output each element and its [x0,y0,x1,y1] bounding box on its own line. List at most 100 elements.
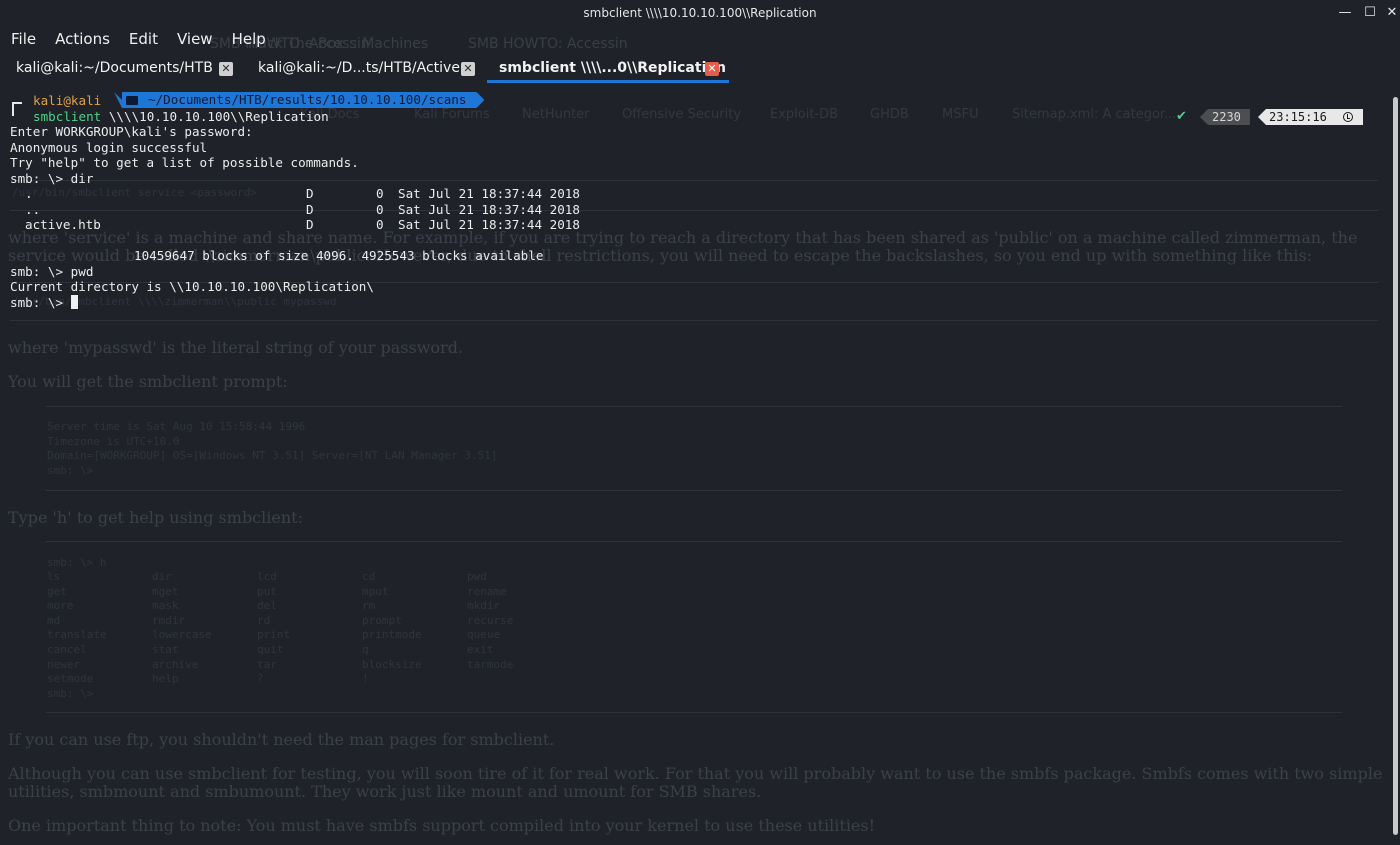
dir-listing-row: . D 0 Sat Jul 21 18:37:44 2018 [10,186,580,202]
bg-help-command: blocksize [362,657,422,671]
bg-paragraph: utilities, smbmount and smbumount. They … [8,782,762,801]
bg-paragraph: If you can use ftp, you shouldn't need t… [8,730,555,749]
bg-paragraph: Although you can use smbclient for testi… [8,764,1383,783]
bg-help-command: tarmode [467,657,514,671]
bg-paragraph: Type 'h' to get help using smbclient: [8,508,303,527]
bg-help-command: rm [362,599,376,613]
command-line: smbclient \\\\10.10.10.100\\Replication [10,109,543,125]
bg-help-command: newer [47,657,81,671]
terminal-scrollbar[interactable] [1393,97,1398,835]
history-count-badge: 2230 [1200,109,1250,125]
bg-help-command: mkdir [467,599,501,613]
current-prompt-line[interactable]: smb: \> [10,294,543,311]
bg-help-command: tar [257,657,277,671]
dir-listing-row: .. D 0 Sat Jul 21 18:37:44 2018 [10,202,580,218]
bg-help-command: more [47,599,74,613]
prompt-time: 23:15:16 [1269,110,1327,124]
dir-entry-date: Sat Jul 21 18:37:44 2018 [398,217,580,232]
bg-help-command: mget [152,584,179,598]
text-cursor [70,294,78,309]
maximize-button[interactable]: ☐ [1362,5,1378,21]
output-line: Try "help" to get a list of possible com… [10,155,359,170]
output-line: smb: \> dir [10,170,94,186]
command-args: \\\\10.10.10.100\\Replication [101,108,329,124]
bg-help-command: ! [362,672,369,686]
window-close-button[interactable]: ✕ [1384,5,1400,21]
tab-label: kali@kali:~/Documents/HTB [16,60,213,76]
prompt-path-segment: ~/Documents/HTB/results/10.10.10.100/sca… [114,92,484,108]
tab-label: smbclient \\\\...0\\Replication [499,60,726,76]
tab-label: kali@kali:~/D...ts/HTB/Active [258,60,460,76]
prompt-path: ~/Documents/HTB/results/10.10.10.100/sca… [148,92,467,107]
bg-paragraph: One important thing to note: You must ha… [8,816,876,835]
bg-bookmark: GHDB [870,107,909,122]
tab-close-icon[interactable]: ✕ [219,62,233,76]
active-tab-indicator [487,80,729,83]
bg-help-command: cd [362,570,376,583]
bg-bookmark: Sitemap.xml: A categor... [1012,107,1177,122]
menu-view[interactable]: View [177,28,213,52]
menu-edit[interactable]: Edit [129,28,158,52]
output-line: smb: \> pwd [10,263,94,279]
bg-help-command: get [47,584,67,598]
terminal-output[interactable]: kali@kali ~/Documents/HTB/results/10.10.… [10,92,580,311]
bg-paragraph: where 'mypasswd' is the literal string o… [8,338,464,357]
window-titlebar[interactable]: smbclient \\\\10.10.10.100\\Replication … [0,0,1400,27]
bg-help-command: help [152,672,179,686]
dir-entry-name: active.htb [25,217,101,232]
status-ok-icon: ✔ [1176,109,1187,124]
bg-help-command: print [257,628,291,642]
bg-bookmark: Exploit-DB [770,107,839,122]
prompt-line: kali@kali ~/Documents/HTB/results/10.10.… [10,92,543,116]
dir-entry-name: . [25,186,33,201]
bg-help-command: q [362,643,369,656]
bg-help-command: queue [467,628,501,642]
bg-help-command: ? [257,672,264,686]
bg-help-command: lcd [257,570,277,583]
tab-htb-active[interactable]: kali@kali:~/D...ts/HTB/Active ✕ [244,56,484,84]
bg-help-command: setmode [47,672,94,686]
bg-help-command: ls [47,570,61,583]
prompt-bracket-icon [12,102,22,116]
bg-help-command: del [257,599,277,613]
bg-help-command: prompt [362,613,402,627]
clock-segment: 23:15:16 [1258,109,1363,125]
minimize-button[interactable]: — [1337,5,1353,21]
prompt-user: kali@kali [33,93,102,108]
bg-help-command: lowercase [152,628,212,642]
tab-close-icon[interactable]: ✕ [705,62,719,76]
dir-entry-date: Sat Jul 21 18:37:44 2018 [398,201,580,217]
bg-code: Domain=[WORKGROUP] OS=[Windows NT 3.51] … [47,449,498,462]
dir-entry-attr: D [306,217,314,232]
folder-icon [126,96,138,105]
bg-tab-smb-howto-2: SMB HOWTO: Accessin [468,36,628,52]
bg-paragraph: You will get the smbclient prompt: [8,372,288,391]
output-line: Enter WORKGROUP\kali's password: [10,124,253,139]
tab-documents-htb[interactable]: kali@kali:~/Documents/HTB ✕ [0,56,240,84]
bg-bookmark: Offensive Security [622,107,742,122]
tab-close-icon[interactable]: ✕ [461,62,475,76]
bg-help-command: quit [257,643,284,656]
bg-help-command: dir [152,570,172,583]
dir-entry-attr: D [306,186,314,201]
menu-file[interactable]: File [11,28,36,52]
bg-bookmark: MSFU [942,107,979,122]
dir-entry-size: 0 [376,186,384,201]
output-line: Anonymous login successful [10,139,208,155]
bg-help-command: archive [152,657,199,671]
dir-entry-size: 0 [376,217,384,232]
bg-help-command: cancel [47,643,87,656]
bg-code: Server time is Sat Aug 10 15:58:44 1996 [47,420,306,433]
bg-help-command: recurse [467,613,514,627]
bg-help-command: pwd [467,570,487,583]
blocks-available-line: 10459647 blocks of size 4096. 4925543 bl… [134,248,544,263]
menu-help[interactable]: Help [232,28,266,52]
bg-help-command: rmdir [152,613,186,627]
bg-code: smb: \> [47,464,94,477]
bg-help-command: md [47,613,61,627]
dir-entry-date: Sat Jul 21 18:37:44 2018 [398,186,580,201]
output-line: Current directory is \\10.10.10.100\Repl… [10,279,374,294]
menu-actions[interactable]: Actions [55,28,110,52]
clock-icon [1343,112,1353,122]
